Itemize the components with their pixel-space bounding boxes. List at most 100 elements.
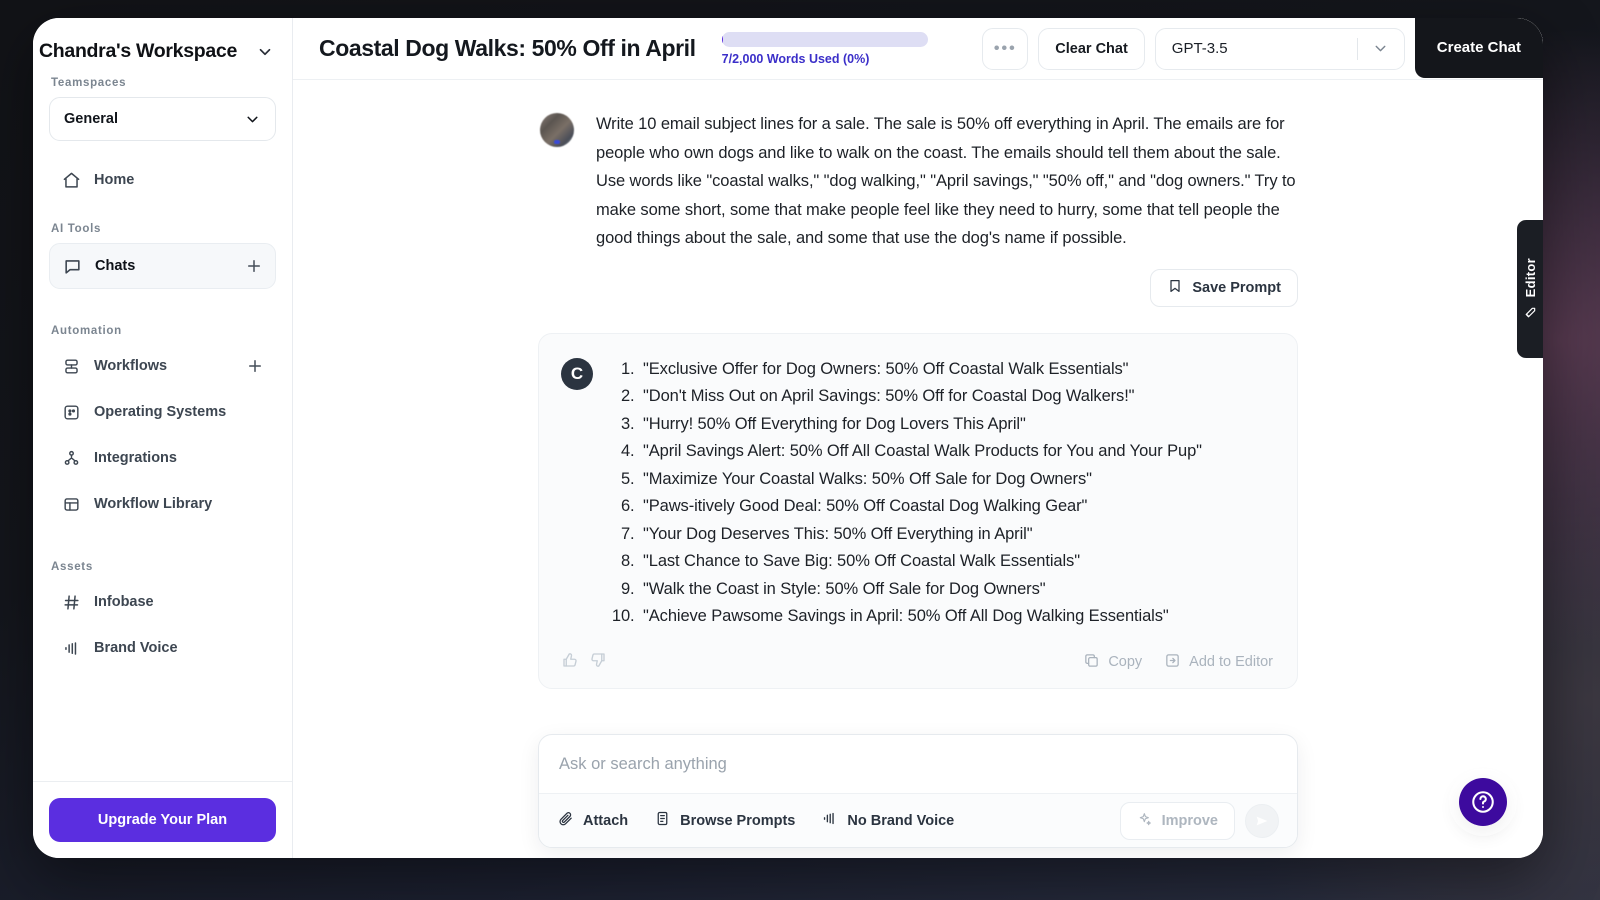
top-bar-actions: ••• Clear Chat GPT-3.5 Create Chat bbox=[982, 18, 1543, 79]
attach-label: Attach bbox=[583, 812, 629, 829]
assets-section-label: Assets bbox=[51, 561, 93, 573]
user-message: Write 10 email subject lines for a sale.… bbox=[538, 110, 1298, 253]
assistant-avatar: C bbox=[561, 357, 593, 390]
sidebar-item-operating-systems[interactable]: Operating Systems bbox=[49, 391, 276, 433]
teamspace-selected-value: General bbox=[64, 111, 118, 127]
sidebar-item-label: Home bbox=[94, 172, 135, 188]
workspace-switcher[interactable]: Chandra's Workspace bbox=[33, 18, 292, 77]
sidebar: Chandra's Workspace Teamspaces General H… bbox=[33, 18, 293, 858]
prompts-document-icon bbox=[654, 810, 671, 831]
sidebar-item-chats[interactable]: Chats bbox=[49, 243, 276, 289]
ai-tools-section-label: AI Tools bbox=[51, 223, 102, 235]
sidebar-item-infobase[interactable]: Infobase bbox=[49, 581, 276, 623]
list-item: "Your Dog Deserves This: 50% Off Everyth… bbox=[639, 521, 1273, 549]
add-to-editor-icon bbox=[1164, 652, 1181, 673]
brand-voice-icon bbox=[821, 810, 838, 831]
integrations-icon bbox=[61, 449, 81, 468]
editor-tab-label: Editor bbox=[1522, 258, 1538, 298]
list-item: "Last Chance to Save Big: 50% Off Coasta… bbox=[639, 548, 1273, 576]
list-item: "Achieve Pawsome Savings in April: 50% O… bbox=[639, 603, 1273, 631]
sidebar-item-label: Workflow Library bbox=[94, 496, 213, 512]
thumbs-down-icon[interactable] bbox=[589, 651, 607, 674]
composer-right-actions: Improve bbox=[1119, 801, 1279, 840]
paperclip-icon bbox=[557, 810, 574, 831]
automation-section-label: Automation bbox=[51, 325, 122, 337]
sidebar-item-label: Operating Systems bbox=[94, 404, 227, 420]
chat-bubble-icon bbox=[62, 257, 82, 276]
hash-icon bbox=[61, 593, 81, 612]
copy-label: Copy bbox=[1108, 654, 1143, 670]
attach-button[interactable]: Attach bbox=[557, 810, 628, 831]
list-item: "Exclusive Offer for Dog Owners: 50% Off… bbox=[639, 356, 1273, 384]
pencil-icon bbox=[1523, 306, 1537, 320]
sidebar-item-home[interactable]: Home bbox=[49, 159, 276, 201]
improve-button[interactable]: Improve bbox=[1119, 801, 1235, 840]
send-button[interactable] bbox=[1245, 803, 1279, 838]
search-input[interactable]: Ask or search anything bbox=[539, 735, 1297, 793]
sidebar-item-label: Integrations bbox=[94, 450, 177, 466]
operating-systems-icon bbox=[61, 403, 81, 422]
vote-group bbox=[561, 651, 607, 674]
add-to-editor-button[interactable]: Add to Editor bbox=[1164, 652, 1273, 673]
chevron-down-icon bbox=[244, 111, 261, 128]
editor-panel-tab[interactable]: Editor bbox=[1517, 220, 1543, 358]
model-select-value: GPT-3.5 bbox=[1171, 40, 1228, 57]
list-item: "Don't Miss Out on April Savings: 50% Of… bbox=[639, 383, 1273, 411]
copy-icon bbox=[1083, 652, 1100, 673]
top-bar: Coastal Dog Walks: 50% Off in April 7/2,… bbox=[293, 18, 1543, 80]
word-usage-progress-bar bbox=[721, 31, 928, 47]
more-options-button[interactable]: ••• bbox=[982, 27, 1029, 70]
message-thread: Write 10 email subject lines for a sale.… bbox=[538, 110, 1298, 689]
upgrade-plan-button[interactable]: Upgrade Your Plan bbox=[49, 798, 276, 842]
model-select[interactable]: GPT-3.5 bbox=[1154, 27, 1405, 70]
sidebar-item-integrations[interactable]: Integrations bbox=[49, 437, 276, 479]
bookmark-icon bbox=[1167, 278, 1183, 298]
sidebar-item-workflow-library[interactable]: Workflow Library bbox=[49, 483, 276, 525]
sidebar-item-label: Infobase bbox=[94, 594, 154, 610]
sidebar-item-brand-voice[interactable]: Brand Voice bbox=[49, 627, 276, 669]
add-workflow-icon[interactable] bbox=[246, 357, 264, 375]
page-title: Coastal Dog Walks: 50% Off in April bbox=[319, 35, 696, 61]
composer-toolbar: Attach Browse Prompts No Brand Voice Imp… bbox=[539, 793, 1297, 847]
thumbs-up-icon[interactable] bbox=[561, 651, 579, 674]
composer-wrapper: Ask or search anything Attach Browse Pro… bbox=[293, 734, 1543, 848]
assistant-message: C "Exclusive Offer for Dog Owners: 50% O… bbox=[538, 332, 1298, 689]
add-to-editor-label: Add to Editor bbox=[1189, 654, 1273, 670]
brand-voice-icon bbox=[61, 639, 81, 658]
main-content: Coastal Dog Walks: 50% Off in April 7/2,… bbox=[293, 18, 1543, 858]
workflow-library-icon bbox=[61, 495, 81, 514]
chevron-down-icon bbox=[1358, 40, 1404, 57]
list-item: "Paws-itively Good Deal: 50% Off Coastal… bbox=[639, 493, 1273, 521]
assistant-actions: Copy Add to Editor bbox=[561, 647, 1273, 674]
home-icon bbox=[61, 171, 81, 190]
composer: Ask or search anything Attach Browse Pro… bbox=[538, 734, 1298, 848]
workflows-icon bbox=[61, 357, 81, 376]
sidebar-item-label: Brand Voice bbox=[94, 640, 178, 656]
list-item: "Walk the Coast in Style: 50% Off Sale f… bbox=[639, 576, 1273, 604]
sidebar-footer: Upgrade Your Plan bbox=[33, 781, 292, 858]
copy-button[interactable]: Copy bbox=[1083, 652, 1142, 673]
add-chat-icon[interactable] bbox=[245, 257, 263, 275]
brand-voice-label: No Brand Voice bbox=[847, 812, 955, 829]
create-chat-button[interactable]: Create Chat bbox=[1414, 18, 1543, 78]
word-usage-label: 7/2,000 Words Used (0%) bbox=[721, 51, 870, 66]
word-usage: 7/2,000 Words Used (0%) bbox=[721, 31, 928, 66]
app-window: Chandra's Workspace Teamspaces General H… bbox=[33, 18, 1543, 858]
teamspace-select[interactable]: General bbox=[49, 97, 276, 141]
assistant-action-buttons: Copy Add to Editor bbox=[1083, 652, 1273, 673]
list-item: "Hurry! 50% Off Everything for Dog Lover… bbox=[639, 411, 1273, 439]
workspace-name: Chandra's Workspace bbox=[39, 40, 237, 62]
brand-voice-selector[interactable]: No Brand Voice bbox=[821, 810, 954, 831]
help-button[interactable] bbox=[1459, 778, 1507, 826]
browse-prompts-button[interactable]: Browse Prompts bbox=[654, 810, 795, 831]
clear-chat-button[interactable]: Clear Chat bbox=[1038, 27, 1145, 70]
browse-prompts-label: Browse Prompts bbox=[680, 812, 796, 829]
teamspaces-section-label: Teamspaces bbox=[51, 77, 127, 89]
list-item: "April Savings Alert: 50% Off All Coasta… bbox=[639, 438, 1273, 466]
sidebar-item-workflows[interactable]: Workflows bbox=[49, 345, 276, 387]
avatar bbox=[540, 113, 574, 147]
list-item: "Maximize Your Coastal Walks: 50% Off Sa… bbox=[639, 466, 1273, 494]
assistant-subject-line-list: "Exclusive Offer for Dog Owners: 50% Off… bbox=[611, 356, 1273, 631]
save-prompt-button[interactable]: Save Prompt bbox=[1150, 268, 1298, 307]
sidebar-item-label: Workflows bbox=[94, 358, 168, 374]
